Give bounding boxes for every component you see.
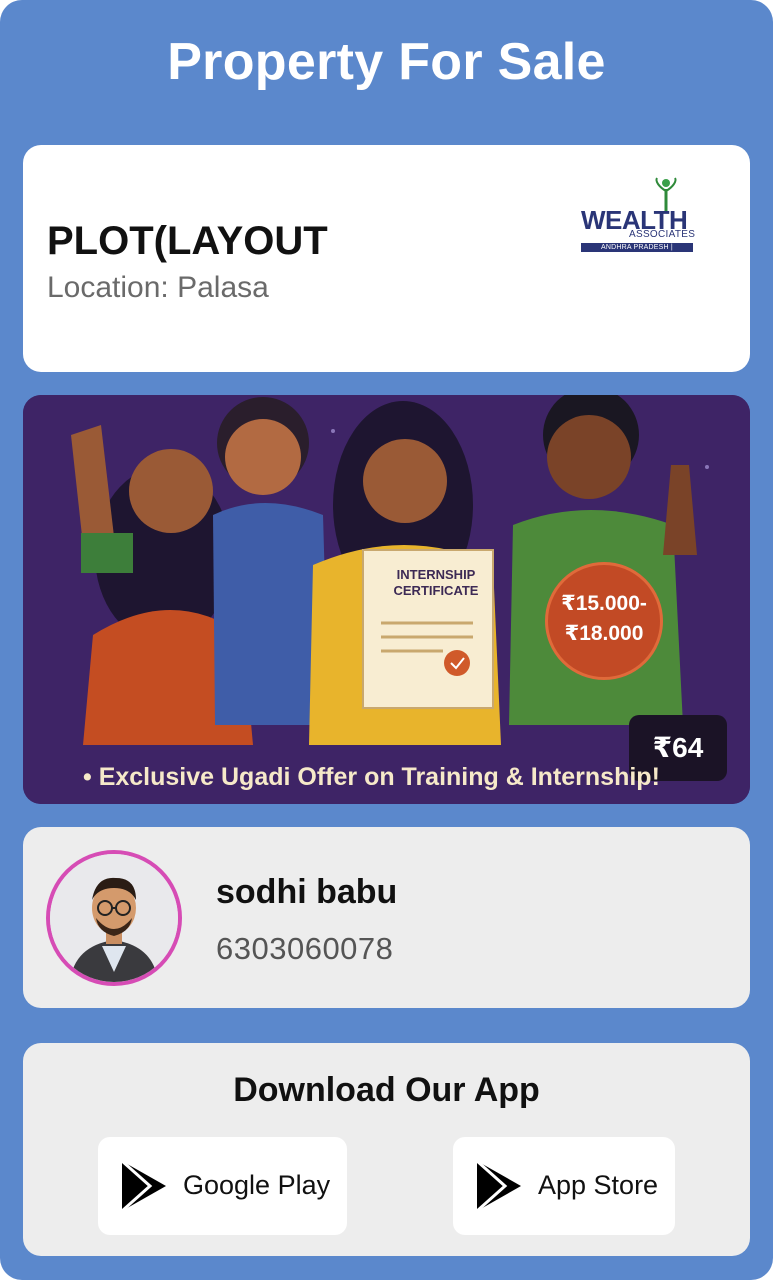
google-play-label: Google Play (183, 1170, 331, 1200)
agent-name: sodhi babu (216, 873, 398, 911)
app-screen: Property For Sale PLOT(LAYOUT Location: … (0, 0, 773, 1280)
download-app-card: Download Our App Google Play App Store (23, 1043, 750, 1256)
salary-range-line-1: ₹15.000- (561, 592, 647, 615)
play-triangle-icon (476, 1159, 521, 1213)
agent-avatar[interactable] (46, 850, 182, 986)
download-title: Download Our App (233, 1071, 540, 1109)
google-play-button[interactable]: Google Play (98, 1137, 347, 1235)
person-avatar-icon (50, 854, 178, 982)
app-store-button[interactable]: App Store (453, 1137, 675, 1235)
banner-caption: Exclusive Ugadi Offer on Training & Inte… (83, 763, 660, 792)
logo-region: ANDHRA PRADESH | TELANGANA (581, 243, 693, 260)
property-card[interactable]: PLOT(LAYOUT Location: Palasa WEALTH ASSO… (23, 145, 750, 372)
salary-range-badge: ₹15.000- ₹18.000 (545, 562, 663, 680)
app-store-label: App Store (538, 1170, 659, 1200)
agent-card[interactable]: sodhi babu 6303060078 (23, 827, 750, 1008)
certificate-title: INTERNSHIP CERTIFICATE (393, 567, 479, 598)
property-name: PLOT(LAYOUT (47, 219, 328, 263)
salary-range-line-2: ₹18.000 (564, 622, 644, 645)
company-logo: WEALTH ASSOCIATES ANDHRA PRADESH | TELAN… (579, 177, 696, 260)
property-location: Location: Palasa (47, 271, 269, 304)
page-title: Property For Sale (167, 33, 606, 91)
play-triangle-icon (121, 1159, 166, 1213)
promo-banner[interactable]: INTERNSHIP CERTIFICATE ₹15.000- ₹18.000 … (23, 395, 750, 804)
agent-phone[interactable]: 6303060078 (216, 931, 393, 967)
logo-subtitle: ASSOCIATES (629, 229, 696, 240)
